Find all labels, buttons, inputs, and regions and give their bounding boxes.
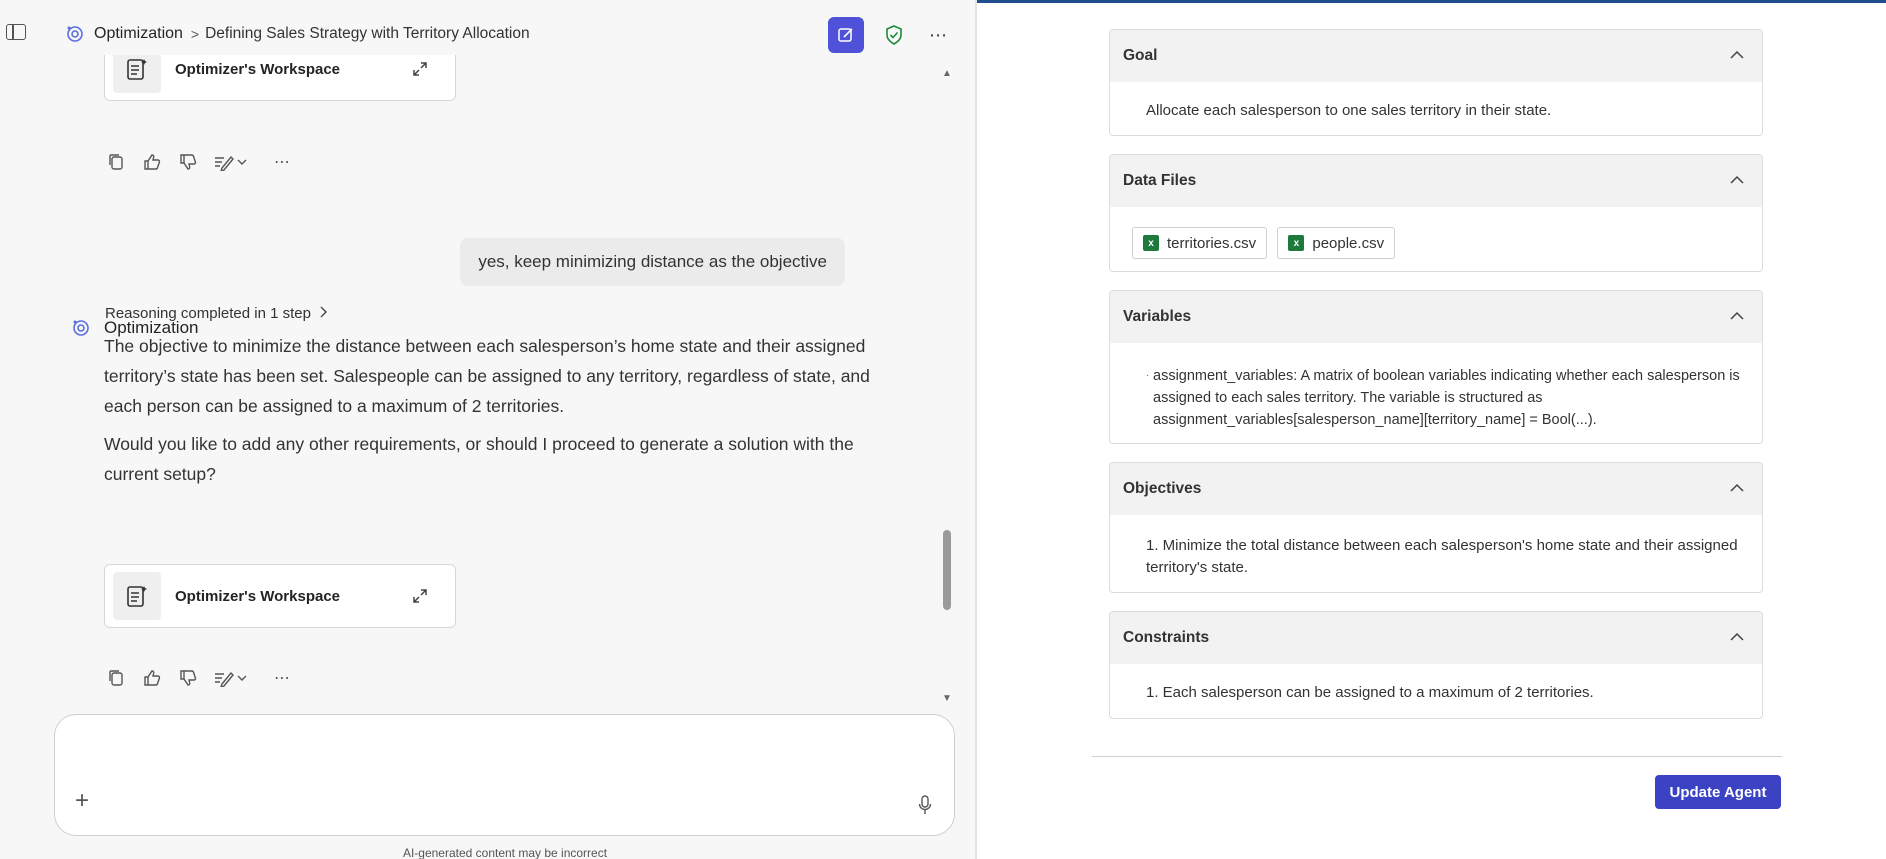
- add-attachment-icon[interactable]: +: [75, 789, 95, 813]
- expand-icon[interactable]: [403, 61, 437, 77]
- variables-title: Variables: [1123, 308, 1192, 325]
- ai-disclaimer: AI-generated content may be incorrect: [402, 846, 608, 859]
- thumbs-up-icon[interactable]: [140, 666, 164, 690]
- update-agent-button[interactable]: Update Agent: [1655, 775, 1781, 809]
- shield-check-icon: [886, 25, 902, 45]
- variables-body: · assignment_variables: A matrix of bool…: [1110, 343, 1762, 431]
- objectives-section-header[interactable]: Objectives: [1110, 463, 1762, 515]
- copy-icon[interactable]: [104, 666, 128, 690]
- copy-icon[interactable]: [104, 150, 128, 174]
- objectives-section: Objectives 1. Minimize the total distanc…: [1109, 462, 1763, 593]
- breadcrumb: Optimization > Defining Sales Strategy w…: [66, 22, 530, 46]
- data-files-section-header[interactable]: Data Files: [1110, 155, 1762, 207]
- constraints-section: Constraints 1. Each salesperson can be a…: [1109, 611, 1763, 719]
- edit-draft-icon[interactable]: [212, 150, 236, 174]
- compose-icon: [838, 28, 853, 42]
- workspace-card[interactable]: Optimizer's Workspace: [104, 564, 456, 628]
- breadcrumb-separator: >: [190, 26, 200, 42]
- message-actions: ⋯: [104, 150, 294, 174]
- scroll-up-arrow-icon[interactable]: ▲: [942, 68, 952, 79]
- goal-text: Allocate each salesperson to one sales t…: [1146, 102, 1552, 119]
- data-files-section: Data Files x territories.csv x people.csv: [1109, 154, 1763, 272]
- chat-pane: Optimization > Defining Sales Strategy w…: [0, 0, 975, 859]
- expand-icon[interactable]: [403, 588, 437, 604]
- excel-file-icon: x: [1143, 235, 1159, 251]
- objectives-title: Objectives: [1123, 480, 1202, 497]
- workspace-doc-icon: [113, 55, 161, 93]
- workspace-card[interactable]: Optimizer's Workspace: [104, 55, 456, 101]
- more-horizontal-icon: ⋯: [929, 24, 947, 45]
- chevron-down-icon[interactable]: [236, 150, 248, 174]
- breadcrumb-app-name[interactable]: Optimization: [94, 25, 183, 43]
- optimization-bot-icon: [73, 320, 89, 336]
- goal-title: Goal: [1123, 47, 1158, 64]
- data-file-name: territories.csv: [1167, 234, 1257, 252]
- scroll-down-arrow-icon[interactable]: ▼: [942, 693, 952, 704]
- excel-file-icon: x: [1288, 235, 1305, 251]
- new-chat-button[interactable]: [828, 17, 864, 53]
- bullet-icon: ·: [1146, 370, 1150, 381]
- chevron-up-icon[interactable]: [1730, 628, 1744, 646]
- chevron-right-icon: [319, 305, 327, 322]
- data-file-chip[interactable]: x people.csv: [1277, 227, 1396, 259]
- thumbs-down-icon[interactable]: [176, 150, 200, 174]
- microphone-icon[interactable]: [918, 795, 932, 820]
- more-options-button[interactable]: ⋯: [924, 21, 952, 49]
- user-message-text: yes, keep minimizing distance as the obj…: [478, 252, 827, 271]
- data-files-list: x territories.csv x people.csv: [1110, 207, 1762, 259]
- user-message: yes, keep minimizing distance as the obj…: [460, 238, 845, 286]
- sidebar-toggle-icon[interactable]: [6, 24, 26, 40]
- constraints-section-header[interactable]: Constraints: [1110, 612, 1762, 664]
- agent-config-panel: Goal Allocate each salesperson to one sa…: [977, 3, 1886, 859]
- message-actions: ⋯: [104, 666, 294, 690]
- bot-response-paragraph: Would you like to add any other requirem…: [104, 434, 854, 484]
- chevron-up-icon[interactable]: [1730, 479, 1744, 497]
- more-actions-icon[interactable]: ⋯: [270, 150, 294, 174]
- variables-section-header[interactable]: Variables: [1110, 291, 1762, 343]
- goal-section-header[interactable]: Goal: [1110, 30, 1762, 82]
- constraints-text: 1. Each salesperson can be assigned to a…: [1146, 684, 1594, 701]
- chevron-up-icon[interactable]: [1730, 46, 1744, 64]
- chevron-down-icon[interactable]: [236, 666, 248, 690]
- header-actions: ⋯: [828, 17, 952, 53]
- constraints-title: Constraints: [1123, 629, 1210, 646]
- bot-response-paragraph: The objective to minimize the distance b…: [104, 336, 870, 416]
- workspace-card-label: Optimizer's Workspace: [175, 587, 341, 605]
- chat-scroll-area[interactable]: Optimizer's Workspace ⋯ yes, keep minimi…: [0, 55, 950, 710]
- workspace-card-label: Optimizer's Workspace: [175, 60, 341, 78]
- variables-section: Variables · assignment_variables: A matr…: [1109, 290, 1763, 444]
- reasoning-toggle[interactable]: Reasoning completed in 1 step: [105, 305, 327, 322]
- more-actions-icon[interactable]: ⋯: [270, 666, 294, 690]
- thumbs-down-icon[interactable]: [176, 666, 200, 690]
- data-file-name: people.csv: [1312, 234, 1385, 252]
- chevron-up-icon[interactable]: [1730, 171, 1744, 189]
- reasoning-label: Reasoning completed in 1 step: [105, 305, 311, 322]
- data-files-title: Data Files: [1123, 172, 1197, 189]
- data-file-chip[interactable]: x territories.csv: [1132, 227, 1268, 259]
- optimization-app-icon: [67, 26, 83, 42]
- objectives-text: 1. Minimize the total distance between e…: [1146, 537, 1738, 576]
- workspace-doc-icon: [113, 572, 161, 620]
- chevron-up-icon[interactable]: [1730, 307, 1744, 325]
- scrollbar-thumb[interactable]: [943, 530, 951, 610]
- variables-text: assignment_variables: A matrix of boolea…: [1153, 368, 1740, 428]
- goal-section: Goal Allocate each salesperson to one sa…: [1109, 29, 1763, 136]
- security-button[interactable]: [880, 21, 908, 49]
- panel-divider: [1092, 756, 1782, 757]
- conversation-title[interactable]: Defining Sales Strategy with Territory A…: [205, 25, 530, 43]
- message-composer[interactable]: +: [54, 714, 955, 836]
- edit-draft-icon[interactable]: [212, 666, 236, 690]
- thumbs-up-icon[interactable]: [140, 150, 164, 174]
